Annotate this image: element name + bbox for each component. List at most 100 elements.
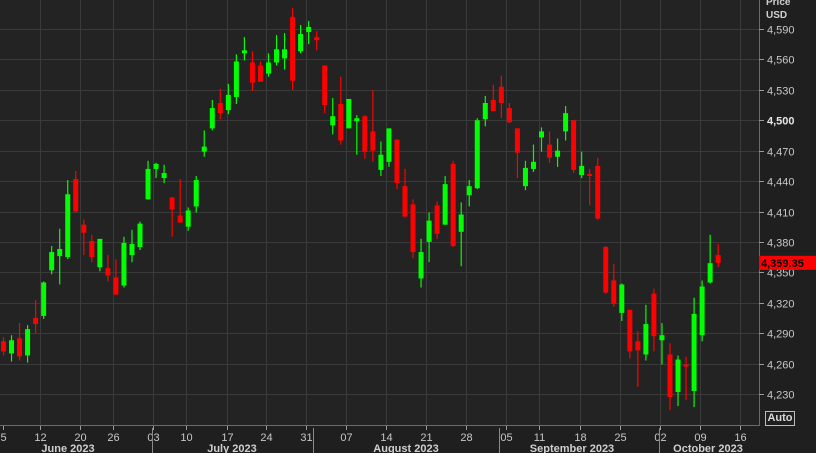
- candle-body: [466, 186, 472, 196]
- candle-body: [707, 263, 713, 283]
- candle-body: [547, 144, 553, 158]
- candle-up: [121, 236, 127, 288]
- y-axis-title-line1: Price: [766, 0, 791, 8]
- candle-body: [651, 293, 657, 337]
- candle-body: [619, 284, 625, 313]
- candle-body: [33, 317, 39, 325]
- candle-body: [715, 255, 721, 263]
- candle-body: [57, 249, 63, 257]
- x-tick-label: 07: [340, 432, 352, 444]
- candle-body: [49, 252, 55, 271]
- candle-body: [145, 168, 151, 200]
- candle-body: [402, 186, 408, 217]
- candle-body: [498, 86, 504, 104]
- candle-body: [97, 238, 103, 268]
- candle-body: [667, 354, 673, 398]
- x-tick-label: 02: [654, 432, 666, 444]
- candle-body: [635, 341, 641, 351]
- candle-body: [555, 150, 561, 157]
- candle-body: [362, 116, 368, 152]
- candle-body: [683, 364, 689, 367]
- candle-down: [571, 120, 577, 173]
- candle-up: [233, 54, 239, 105]
- x-tick-label: 28: [460, 432, 472, 444]
- y-tick-label: 4,320: [767, 299, 795, 311]
- candle-body: [298, 34, 304, 52]
- candle-body: [225, 94, 231, 111]
- candle-body: [73, 179, 79, 212]
- last-price-marker: 4,359.35: [759, 255, 816, 270]
- candle-body: [89, 240, 95, 258]
- month-label: August 2023: [373, 443, 438, 453]
- candle-body: [185, 210, 191, 227]
- candle-body: [450, 163, 456, 246]
- candle-body: [81, 224, 87, 233]
- candle-body: [675, 359, 681, 392]
- candle-body: [458, 214, 464, 232]
- candle-body: [129, 243, 135, 256]
- candle-body: [274, 49, 280, 63]
- candle-body: [522, 167, 528, 187]
- candle-body: [418, 252, 424, 279]
- candle-body: [571, 120, 577, 170]
- candle-body: [65, 194, 71, 258]
- candle-body: [137, 223, 143, 247]
- candle-body: [161, 172, 167, 179]
- candle-body: [386, 128, 392, 162]
- candle-up: [97, 238, 103, 272]
- candle-body: [322, 65, 328, 106]
- auto-scale-button[interactable]: Auto: [765, 411, 795, 426]
- candle-body: [169, 197, 175, 210]
- x-tick-label: 31: [300, 432, 312, 444]
- candle-body: [249, 62, 255, 83]
- month-label: September 2023: [530, 443, 614, 453]
- x-tick-label: 05: [500, 432, 512, 444]
- candle-body: [627, 309, 633, 352]
- candle-body: [587, 173, 593, 177]
- candle-down: [394, 139, 400, 190]
- candle-body: [434, 205, 440, 234]
- candle-body: [490, 99, 496, 112]
- candle-body: [643, 324, 649, 355]
- x-axis-ticks: 5 12 20 26 03 10 17 24 31 07 14 21 28 05 11 18 25 02 09 16: [0, 426, 747, 444]
- candle-body: [579, 165, 585, 176]
- candle-body: [9, 340, 15, 354]
- candle-body: [257, 65, 263, 82]
- candle-body: [338, 104, 344, 141]
- x-tick-label: 25: [614, 432, 626, 444]
- candle-body: [17, 338, 23, 357]
- candle-down: [290, 7, 296, 90]
- candle-up: [346, 98, 352, 129]
- candle-up: [41, 281, 47, 319]
- y-tick-label: 4,380: [767, 238, 795, 250]
- y-axis-ticks: 4,2304,2604,2904,3204,3504,3804,4104,440…: [759, 25, 795, 402]
- y-tick-label: 4,440: [767, 177, 795, 189]
- x-tick-label: 10: [180, 432, 192, 444]
- y-tick-label: 4,590: [767, 25, 795, 37]
- candle-body: [306, 26, 312, 33]
- candle-body: [539, 131, 545, 138]
- y-tick-label: 4,260: [767, 360, 795, 372]
- y-tick-label: 4,470: [767, 147, 795, 159]
- last-price-label: 4,359.35: [761, 258, 804, 270]
- candle-body: [378, 154, 384, 170]
- month-label: October 2023: [673, 443, 743, 453]
- candle-body: [193, 180, 199, 207]
- candle-body: [290, 16, 296, 81]
- candle-body: [241, 50, 247, 54]
- candle-body: [474, 120, 480, 189]
- candle-body: [394, 139, 400, 184]
- candle-body: [201, 146, 207, 152]
- candle-body: [346, 98, 352, 129]
- candle-body: [699, 286, 705, 336]
- candle-body: [691, 313, 697, 391]
- candle-body: [530, 161, 536, 169]
- candle-body: [113, 277, 119, 295]
- candle-body: [153, 163, 159, 169]
- candle-down: [627, 309, 633, 359]
- candle-down: [450, 160, 456, 247]
- candlestick-chart[interactable]: Price USD 4,2304,2604,2904,3204,3504,380…: [0, 0, 816, 453]
- month-label: June 2023: [41, 443, 94, 453]
- candle-body: [482, 103, 488, 120]
- candle-body: [595, 165, 601, 219]
